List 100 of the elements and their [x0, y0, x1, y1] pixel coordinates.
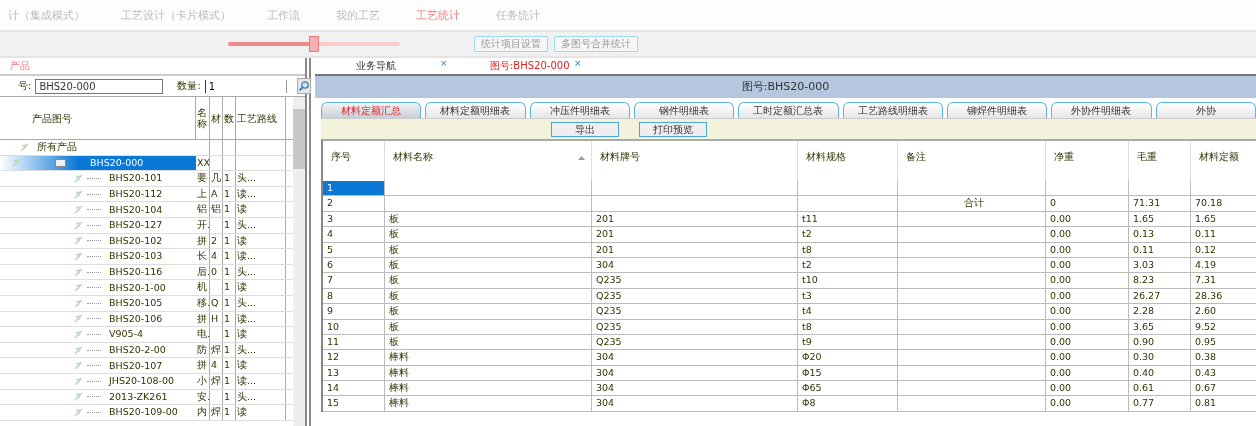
table-cell: 0.11 [1191, 227, 1256, 242]
zoom-slider[interactable] [228, 36, 400, 52]
table-cell: 板 [385, 227, 592, 242]
table-cell: 10 [323, 319, 385, 334]
table-cell: 0.13 [1129, 227, 1191, 242]
tree-connector [87, 396, 101, 398]
tree-node-label[interactable]: BHS20-102 [105, 233, 167, 248]
tree-node-label[interactable]: BHS20-107 [105, 358, 167, 373]
column-header[interactable]: 产品图号 [0, 97, 196, 139]
column-header[interactable]: 备注 [898, 141, 1046, 181]
column-header[interactable]: 毛重 [1129, 141, 1191, 181]
tree-node-label[interactable]: BHS20-106 [105, 311, 167, 326]
tree-node-label[interactable]: BHS20-104 [105, 202, 167, 217]
tree-node-label[interactable]: JHS20-108-00 [105, 374, 179, 389]
tree-cell: 焊 [210, 373, 223, 389]
tree-node-label[interactable]: BHS20-101 [105, 171, 167, 186]
scrollbar[interactable] [293, 97, 305, 426]
tree-node-label[interactable]: BHS20-112 [105, 187, 167, 202]
close-icon[interactable]: × [570, 58, 624, 74]
column-header[interactable]: 材料定额 [1191, 141, 1256, 181]
table-cell: t4 [798, 304, 898, 319]
drawing-no-label: 号: [18, 79, 32, 93]
tree-node-label[interactable]: BHS20-2-00 [105, 343, 170, 357]
table-cell: 12 [323, 350, 385, 365]
tree-cell: 拼 [196, 358, 210, 373]
tree-node-label[interactable]: BHS20-127 [105, 218, 167, 233]
tree-node-label[interactable]: 2013-ZK261 [105, 389, 172, 404]
table-cell: 0.90 [1129, 334, 1191, 350]
tree-cell: 1 [223, 186, 236, 202]
column-header[interactable]: 工艺路线 [236, 97, 286, 139]
report-tab[interactable]: 材料定额明细表 [425, 102, 526, 118]
table-cell: 1.65 [1129, 211, 1191, 227]
tree-cell: 读... [236, 186, 286, 202]
column-header[interactable]: 材料名称 [385, 141, 592, 181]
table-cell: 板 [385, 242, 592, 257]
close-icon[interactable]: × [436, 58, 490, 74]
report-tab[interactable]: 外协件明细表 [1051, 102, 1152, 118]
table-cell: 0.00 [1046, 334, 1129, 350]
tree-node-label[interactable]: V905-4 [105, 327, 148, 342]
table-cell: 304 [592, 350, 798, 365]
table-cell: 7.31 [1191, 273, 1256, 288]
column-header[interactable]: 数 [223, 97, 236, 139]
table-cell: 4.19 [1191, 257, 1256, 273]
column-header[interactable]: 净重 [1046, 141, 1129, 181]
tree-node-label[interactable]: BHS20-109-00 [105, 405, 182, 420]
table-cell: 0.00 [1046, 304, 1129, 319]
tree-node-label[interactable]: BHS20-105 [105, 296, 167, 311]
table-cell: 0.00 [1046, 288, 1129, 304]
table-cell: 201 [592, 211, 798, 227]
column-header[interactable]: 名称 [196, 97, 210, 139]
tree-node-label[interactable]: BHS20-103 [105, 249, 167, 264]
quantity-field[interactable]: 1 [204, 79, 287, 93]
column-header[interactable]: 材料规格 [798, 141, 898, 181]
tree-cell: 几 [210, 171, 223, 186]
table-cell: 0.12 [1191, 242, 1256, 257]
action-button[interactable]: 导出 [551, 121, 619, 137]
table-cell: 0.77 [1129, 396, 1191, 411]
expander-icon[interactable] [55, 158, 66, 167]
tree-cell: 读 [236, 233, 286, 249]
document-tab[interactable]: 图号:BHS20-000 [490, 58, 570, 74]
tree-cell: 安. [196, 389, 210, 405]
tree-cell: 1 [223, 249, 236, 264]
table-cell: 15 [323, 396, 385, 411]
table-cell: 26.27 [1129, 288, 1191, 304]
scrollbar-thumb[interactable] [293, 109, 305, 169]
table-cell: Φ65 [798, 381, 898, 396]
report-tab[interactable]: 材料定额汇总 [321, 102, 422, 118]
tree-cell: 读 [236, 358, 286, 373]
table-cell: 2.28 [1129, 304, 1191, 319]
column-header[interactable]: 材料牌号 [592, 141, 798, 181]
report-tab[interactable]: 工时定额汇总表 [738, 102, 839, 118]
table-cell: 0.11 [1129, 242, 1191, 257]
report-tab[interactable]: 钢件明细表 [634, 102, 735, 118]
drawing-no-field[interactable]: BHS20-000 [35, 78, 164, 94]
tree-connector [87, 193, 101, 195]
table-cell: Φ15 [798, 365, 898, 381]
report-tab[interactable]: 冲压件明细表 [529, 102, 630, 118]
tree-cell: 1 [223, 358, 236, 373]
tree-cell: 读 [236, 280, 286, 295]
column-header[interactable]: 材 [210, 97, 223, 139]
tree-cell: 4 [210, 358, 223, 373]
action-button[interactable]: 打印预览 [639, 121, 707, 137]
tree-node-label[interactable]: 所有产品 [33, 140, 81, 155]
report-tab[interactable]: 铆焊件明细表 [946, 102, 1048, 118]
table-cell: Q235 [592, 288, 798, 304]
sort-icon[interactable] [578, 155, 585, 160]
report-tab[interactable]: 外协 [1155, 102, 1256, 118]
report-tab[interactable]: 工艺路线明细表 [842, 102, 943, 118]
table-cell: 0.43 [1191, 365, 1256, 381]
document-tab[interactable]: 业务导航 [356, 58, 436, 74]
tree-node-label[interactable]: BHS20-116 [105, 265, 167, 280]
table-cell: Φ8 [798, 396, 898, 411]
table-cell: 8.23 [1129, 273, 1191, 288]
tree-cell: 0 [210, 264, 223, 280]
table-cell: 0.00 [1046, 273, 1129, 288]
slider-thumb[interactable] [309, 36, 319, 52]
tree-connector [87, 224, 101, 226]
tree-connector [87, 365, 101, 367]
tree-node-label[interactable]: BHS20-1-00 [105, 280, 170, 295]
search-button[interactable] [296, 78, 311, 94]
